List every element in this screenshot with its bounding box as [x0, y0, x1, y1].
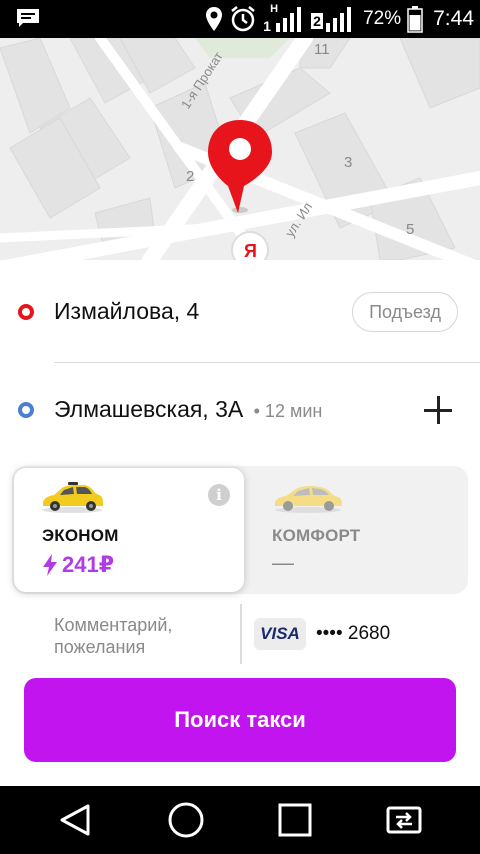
add-stop-plus-icon[interactable] [424, 396, 452, 424]
map-view[interactable]: 1-я Прокат ул. Ил 11 3 2 5 Я [0, 38, 480, 260]
house-number: 11 [314, 41, 330, 58]
visa-card-icon[interactable]: VISA [254, 618, 306, 650]
tariff-card-comfort[interactable]: КОМФОРТ — [248, 468, 468, 592]
recents-button[interactable] [255, 786, 335, 854]
comfort-car-icon [275, 486, 342, 513]
tariff-price: 241₽ [42, 552, 114, 578]
to-eta: • 12 мин [253, 401, 323, 421]
comment-field[interactable]: Комментарий, пожелания [54, 614, 224, 658]
clock: 7:44 [433, 7, 474, 30]
yandex-logo-letter: Я [244, 241, 257, 260]
to-address-line: Элмашевская, 3А • 12 мин [54, 396, 322, 423]
home-circle-icon [168, 802, 204, 838]
battery-percent: 72% [363, 8, 402, 29]
alarm-icon [231, 6, 255, 32]
sim2-signal: 2 [311, 4, 357, 34]
house-number: 2 [186, 168, 194, 185]
destination-dot-icon [18, 402, 34, 418]
message-notification-icon [17, 9, 39, 27]
tariff-selector: i ЭКОНОМ 241₽ КОМФОРТ — [12, 466, 468, 594]
status-bar: H 1 2 72% 7:44 [0, 0, 480, 38]
status-right: H 1 2 72% 7:44 [205, 0, 474, 38]
tariff-price-value: 241₽ [62, 552, 115, 577]
map-canvas: 1-я Прокат ул. Ил 11 3 2 5 Я [0, 38, 480, 260]
signal-bars-1-icon [276, 7, 302, 32]
sim-switch-button[interactable] [364, 786, 444, 854]
sim-switch-icon [386, 806, 422, 834]
to-address: Элмашевская, 3А [54, 396, 244, 422]
payment-card-number[interactable]: •••• 2680 [316, 623, 390, 645]
home-button[interactable] [146, 786, 226, 854]
system-nav-bar [0, 786, 480, 854]
location-icon [206, 7, 223, 31]
house-number: 3 [344, 154, 352, 171]
order-sheet: Измайлова, 4 Подъезд Элмашевская, 3А • 1… [0, 260, 480, 786]
app-screen: H 1 2 72% 7:44 1-я Прокат ул. Ил 11 3 2 … [0, 0, 480, 854]
tariff-name: КОМФОРТ [272, 526, 361, 545]
address-divider [54, 362, 480, 363]
econom-car-icon [42, 482, 103, 513]
surge-lightning-icon [43, 554, 57, 576]
entrance-button[interactable]: Подъезд [352, 292, 458, 332]
tariff-name: ЭКОНОМ [42, 526, 119, 545]
recents-square-icon [278, 803, 312, 837]
back-button[interactable] [36, 786, 116, 854]
house-number: 5 [406, 221, 414, 238]
signal-bars-2-icon [326, 7, 352, 32]
origin-dot-icon [18, 304, 34, 320]
comment-payment-separator [240, 604, 242, 664]
from-address: Измайлова, 4 [54, 298, 200, 324]
battery-icon [407, 6, 423, 33]
tariff-price: — [272, 550, 294, 575]
tariff-info-icon[interactable]: i [208, 484, 230, 506]
sim2-label: 2 [311, 13, 323, 29]
sim1-label: 1 [263, 18, 271, 34]
search-taxi-button[interactable]: Поиск такси [24, 678, 456, 762]
yandex-logo-icon: Я [231, 231, 269, 260]
tariff-card-econom[interactable]: i ЭКОНОМ 241₽ [14, 468, 244, 592]
from-address-row[interactable]: Измайлова, 4 Подъезд [0, 282, 480, 342]
back-triangle-icon [60, 804, 90, 836]
sim1-signal: H 1 [263, 3, 305, 34]
to-address-row[interactable]: Элмашевская, 3А • 12 мин [0, 380, 480, 440]
